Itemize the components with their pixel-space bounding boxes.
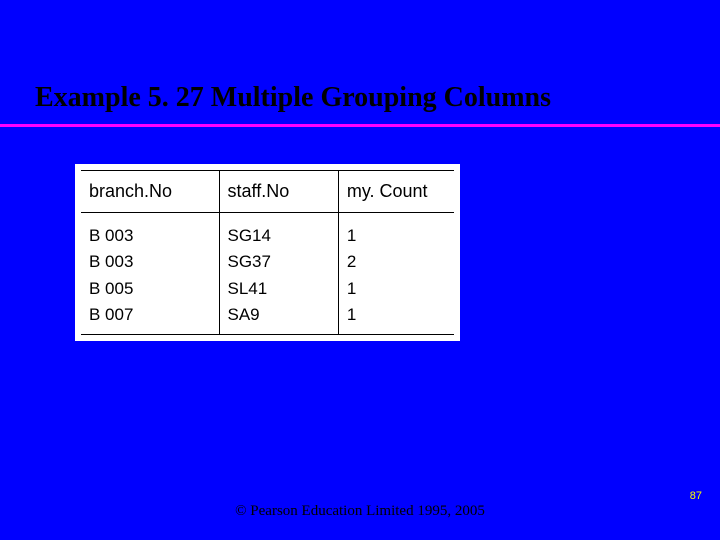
slide-title-block: Example 5. 27 Multiple Grouping Columns [35, 82, 685, 122]
title-underline [0, 124, 720, 127]
cell-value: 1 [347, 302, 446, 328]
table-cell-branchno: B 003 B 003 B 005 B 007 [81, 213, 219, 335]
cell-value: B 005 [89, 276, 211, 302]
slide-title: Example 5. 27 Multiple Grouping Columns [35, 82, 685, 122]
cell-value: 1 [347, 276, 446, 302]
table-header-staffno: staff.No [219, 171, 338, 213]
cell-value: 1 [347, 223, 446, 249]
table-row: B 003 B 003 B 005 B 007 SG14 SG37 SL41 S… [81, 213, 454, 335]
table-cell-staffno: SG14 SG37 SL41 SA9 [219, 213, 338, 335]
table-header-branchno: branch.No [81, 171, 219, 213]
result-table: branch.No staff.No my. Count B 003 B 003… [81, 170, 454, 335]
cell-value: B 003 [89, 223, 211, 249]
table-header-row: branch.No staff.No my. Count [81, 171, 454, 213]
cell-value: SG37 [228, 249, 330, 275]
cell-value: SL41 [228, 276, 330, 302]
table-cell-mycount: 1 2 1 1 [338, 213, 454, 335]
cell-value: SG14 [228, 223, 330, 249]
cell-value: 2 [347, 249, 446, 275]
table-header-mycount: my. Count [338, 171, 454, 213]
cell-value: SA9 [228, 302, 330, 328]
cell-value: B 007 [89, 302, 211, 328]
cell-value: B 003 [89, 249, 211, 275]
page-number: 87 [690, 490, 702, 502]
result-table-container: branch.No staff.No my. Count B 003 B 003… [75, 164, 460, 341]
copyright-footer: © Pearson Education Limited 1995, 2005 [0, 503, 720, 520]
